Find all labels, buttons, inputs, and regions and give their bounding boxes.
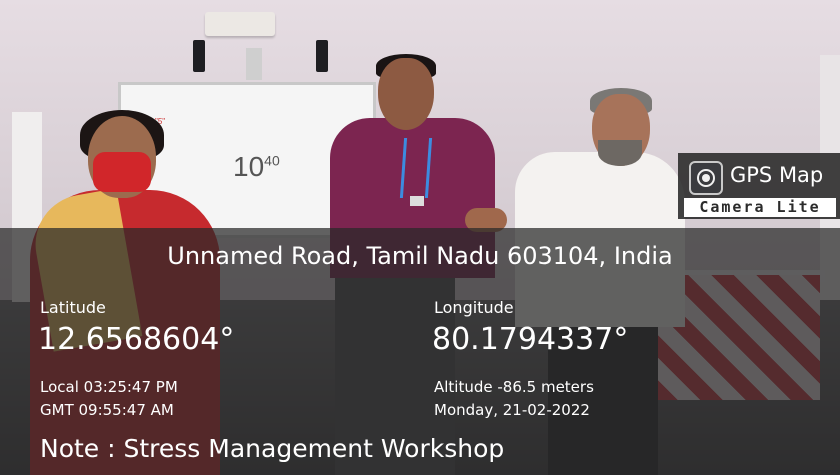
board-exponent-text: 1040 [233,151,280,183]
latitude-value: 12.6568604° [38,322,235,357]
altitude-text: Altitude -86.5 meters [434,378,594,396]
man-right-beard [598,140,642,166]
id-badge [410,196,424,206]
location-overlay: Unnamed Road, Tamil Nadu 603104, India L… [0,228,840,475]
board-base: 10 [233,151,265,182]
board-exponent: 40 [264,152,280,169]
camera-lens-center [702,174,710,182]
longitude-label: Longitude [434,298,514,317]
man-center-face [378,58,434,130]
app-subtitle: Camera Lite [684,198,836,217]
projector-stand [246,48,262,80]
latitude-label: Latitude [40,298,106,317]
face-mask [93,152,151,192]
date-text: Monday, 21-02-2022 [434,401,590,419]
app-title: GPS Map [730,163,824,187]
longitude-value: 80.1794337° [432,322,629,357]
id-lanyard [399,138,433,198]
gps-map-camera-badge: GPS Map Camera Lite [678,153,840,219]
speaker-left [193,40,205,72]
local-time: Local 03:25:47 PM [40,378,178,396]
photo-frame: The "5" 1040 GPS Map Camera Lite Unnamed… [0,0,840,475]
camera-pin-icon [689,161,723,195]
projector [205,12,275,36]
note-text: Note : Stress Management Workshop [40,434,505,463]
gmt-time: GMT 09:55:47 AM [40,401,174,419]
address-text: Unnamed Road, Tamil Nadu 603104, India [167,242,673,270]
speaker-right [316,40,328,72]
